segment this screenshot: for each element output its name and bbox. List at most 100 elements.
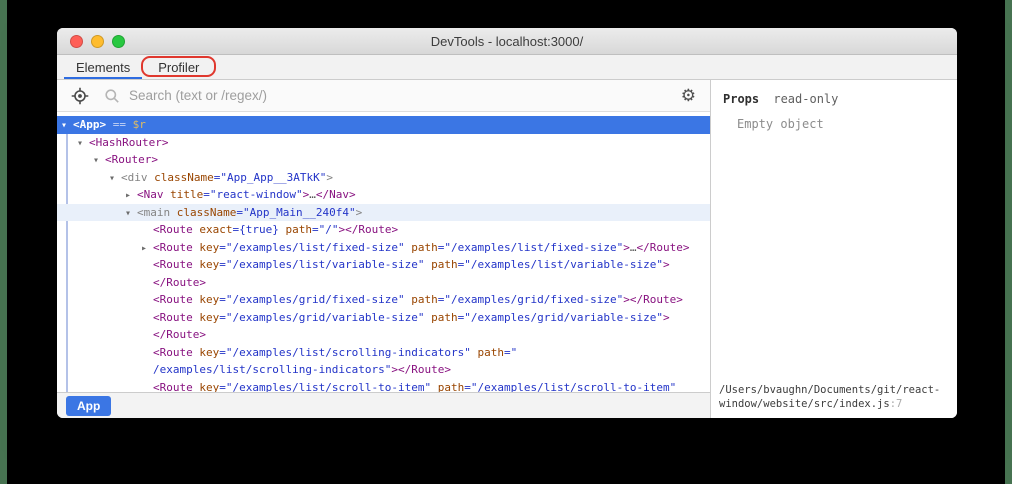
titlebar: DevTools - localhost:3000/ <box>57 28 957 55</box>
source-path: /Users/bvaughn/Documents/git/react-windo… <box>719 384 940 410</box>
tab-elements[interactable]: Elements <box>62 55 144 79</box>
tree-text-segment: ={true} <box>232 223 285 236</box>
tree-text-segment: <Route <box>153 311 199 324</box>
tree-text-segment: ="/examples/list/scroll-to-item" <box>219 381 438 393</box>
tree-row[interactable]: <Route key ="/examples/grid/variable-size… <box>57 309 710 327</box>
tree-text-segment: key <box>199 241 219 254</box>
props-empty-message: Empty object <box>711 106 957 131</box>
tree-text-segment: ="/examples/list/scroll-to-item" <box>464 381 676 393</box>
tree-text-segment: <Route <box>153 258 199 271</box>
tree-text-segment: <main <box>137 206 177 219</box>
component-tree[interactable]: ▾<App> == $r▾<HashRouter>▾<Router>▾<div … <box>57 112 710 392</box>
tree-row[interactable]: /examples/list/scrolling-indicators"></R… <box>57 361 710 379</box>
tree-text-segment: ="/examples/grid/fixed-size" <box>219 293 411 306</box>
tree-expand-icon[interactable]: ▸ <box>125 187 137 205</box>
tree-text-segment: ="/examples/list/fixed-size" <box>438 241 623 254</box>
zoom-button[interactable] <box>112 35 125 48</box>
tree-text-segment: path <box>411 293 438 306</box>
search-icon <box>104 88 120 104</box>
tree-text-segment: path <box>478 346 505 359</box>
tree-row[interactable]: <Route key="/examples/list/scroll-to-ite… <box>57 379 710 393</box>
tree-text-segment: <div <box>121 171 154 184</box>
tree-text-segment: ="App_App__3ATkK" <box>214 171 327 184</box>
tree-row[interactable]: ▸<Route key="/examples/list/fixed-size" … <box>57 239 710 257</box>
tree-text-segment: ="react-window" <box>203 188 302 201</box>
tab-profiler[interactable]: Profiler <box>144 55 213 79</box>
traffic-lights <box>70 35 125 48</box>
tree-text-segment: <Route <box>153 241 199 254</box>
tree-text-segment: > <box>356 206 363 219</box>
tree-text-segment: path <box>431 311 458 324</box>
tree-collapse-icon[interactable]: ▾ <box>93 152 105 170</box>
tree-text-segment: ="/" <box>312 223 339 236</box>
tree-text-segment: <Route <box>153 293 199 306</box>
tree-text-segment: <Router> <box>105 153 158 166</box>
tree-text-segment: /examples/list/scrolling-indicators" <box>153 363 391 376</box>
source-location: /Users/bvaughn/Documents/git/react-windo… <box>719 383 945 411</box>
tree-row[interactable]: ▾<Router> <box>57 151 710 169</box>
minimize-button[interactable] <box>91 35 104 48</box>
background-edge-strip-right <box>1005 0 1012 484</box>
tree-row[interactable]: ▾<main className="App_Main__240f4"> <box>57 204 710 222</box>
tree-text-segment: </Nav> <box>316 188 356 201</box>
tree-collapse-icon[interactable]: ▾ <box>125 205 137 223</box>
tree-collapse-icon[interactable]: ▾ <box>77 135 89 153</box>
breadcrumb-item-app[interactable]: App <box>66 396 111 416</box>
source-line-number: :7 <box>890 398 903 410</box>
tree-expand-icon[interactable]: ▸ <box>141 240 153 258</box>
tree-row[interactable]: ▾<App> == $r <box>57 116 710 134</box>
tree-text-segment: className <box>177 206 237 219</box>
tree-text-segment: key <box>199 346 219 359</box>
tree-text-segment: =" <box>504 346 517 359</box>
tree-text-segment: ="/examples/list/variable-size" <box>458 258 663 271</box>
tree-text-segment: <Route <box>153 381 199 393</box>
props-title: Props <box>723 92 759 106</box>
tree-text-segment: ="/examples/grid/variable-size" <box>458 311 663 324</box>
tree-text-segment: </Route> <box>153 276 206 289</box>
tab-bar: Elements Profiler <box>57 55 957 80</box>
tree-text-segment: <Route <box>153 223 199 236</box>
tree-text-segment: > <box>663 258 670 271</box>
props-panel: Props read-only Empty object /Users/bvau… <box>711 80 957 418</box>
tree-collapse-icon[interactable]: ▾ <box>109 170 121 188</box>
main-content: ⚙ ▾<App> == $r▾<HashRouter>▾<Router>▾<di… <box>57 80 957 418</box>
tree-text-segment: path <box>285 223 312 236</box>
tree-text-segment: > <box>623 241 630 254</box>
tree-row[interactable]: <Route exact={true} path="/"></Route> <box>57 221 710 239</box>
tree-text-segment: > <box>326 171 333 184</box>
tree-text-segment: <Route <box>153 346 199 359</box>
tree-text-segment: $r <box>133 118 146 131</box>
tree-text-segment: key <box>199 311 219 324</box>
settings-gear-icon[interactable]: ⚙ <box>681 87 696 104</box>
tree-text-segment: </Route> <box>636 241 689 254</box>
elements-pane: ⚙ ▾<App> == $r▾<HashRouter>▾<Router>▾<di… <box>57 80 711 418</box>
tree-text-segment: key <box>199 293 219 306</box>
tree-row[interactable]: </Route> <box>57 274 710 292</box>
tree-row[interactable]: </Route> <box>57 326 710 344</box>
tree-row[interactable]: <Route key="/examples/list/variable-size… <box>57 256 710 274</box>
tree-text-segment: className <box>154 171 214 184</box>
tree-row[interactable]: ▾<div className="App_App__3ATkK"> <box>57 169 710 187</box>
window-title: DevTools - localhost:3000/ <box>57 34 957 49</box>
tree-collapse-icon[interactable]: ▾ <box>61 117 73 135</box>
tree-text-segment: title <box>170 188 203 201</box>
inspect-element-icon[interactable] <box>71 87 89 105</box>
close-button[interactable] <box>70 35 83 48</box>
tree-text-segment: ="/examples/grid/fixed-size" <box>438 293 623 306</box>
tab-label: Profiler <box>158 60 199 75</box>
search-toolbar: ⚙ <box>57 80 710 112</box>
tree-text-segment: ="App_Main__240f4" <box>236 206 355 219</box>
tree-text-segment: </Route> <box>153 328 206 341</box>
tree-row[interactable]: ▸<Nav title="react-window">…</Nav> <box>57 186 710 204</box>
breadcrumb-bar: App <box>57 392 710 418</box>
props-header: Props read-only <box>711 80 957 106</box>
tree-row[interactable]: ▾<HashRouter> <box>57 134 710 152</box>
tree-row[interactable]: <Route key="/examples/list/scrolling-ind… <box>57 344 710 362</box>
tree-text-segment: key <box>199 381 219 393</box>
tree-text-segment: ></Route> <box>391 363 451 376</box>
background-edge-strip-left <box>0 0 7 484</box>
tree-text-segment: ="/examples/list/scrolling-indicators" <box>219 346 477 359</box>
tree-text-segment: path <box>411 241 438 254</box>
search-input[interactable] <box>129 88 671 103</box>
tree-row[interactable]: <Route key="/examples/grid/fixed-size" p… <box>57 291 710 309</box>
